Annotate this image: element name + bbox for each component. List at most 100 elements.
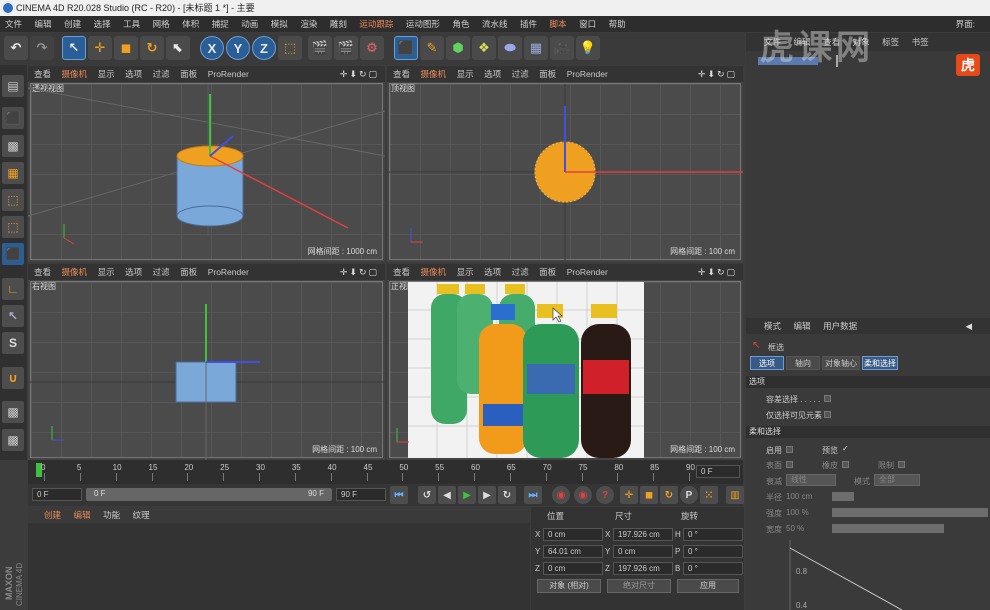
floor-icon[interactable]: ▦ (524, 36, 548, 60)
texture-mode-icon[interactable]: ▩ (2, 135, 24, 157)
menu-select[interactable]: 选择 (89, 16, 116, 32)
array-icon[interactable]: ❖ (472, 36, 496, 60)
om-menu-tags[interactable]: 标签 (882, 37, 899, 47)
tolerance-checkbox[interactable] (824, 395, 831, 402)
menu-volume[interactable]: 体积 (177, 16, 204, 32)
menu-help[interactable]: 帮助 (604, 16, 631, 32)
menu-script[interactable]: 脚本 (545, 16, 572, 32)
next-key-icon[interactable]: ↻ (498, 486, 516, 504)
mat-menu-create[interactable]: 创建 (44, 510, 61, 520)
width-value[interactable]: 50 % (786, 524, 804, 533)
start-frame-field[interactable]: 0 F (32, 488, 82, 501)
attr-menu-userdata[interactable]: 用户数据 (823, 321, 857, 331)
key-scale-icon[interactable]: ◼ (640, 486, 658, 504)
menu-character[interactable]: 角色 (447, 16, 474, 32)
previous-frame-icon[interactable]: ◀ (438, 486, 456, 504)
edges-mode-icon[interactable]: ⬚ (2, 216, 24, 238)
coordinate-system-icon[interactable]: ⬚ (278, 36, 302, 60)
coord-mode-dropdown[interactable]: 对象 (相对) (537, 579, 601, 593)
play-icon[interactable]: ▶ (458, 486, 476, 504)
attr-menu-mode[interactable]: 模式 (764, 321, 781, 331)
layout-label[interactable]: 界面: (951, 16, 980, 32)
viewport-right[interactable]: 查看 摄像机 显示 选项 过滤 面板 ProRender ✛⬇↻▢ 右视图 网格… (28, 264, 385, 460)
material-manager[interactable]: 创建 编辑 功能 纹理 (28, 507, 530, 610)
size-y-field[interactable]: 0 cm (613, 545, 673, 558)
om-menu-bookmarks[interactable]: 书签 (912, 37, 929, 47)
rot-p-field[interactable]: 0 ° (683, 545, 743, 558)
keyframe-selection-icon[interactable]: ? (596, 486, 614, 504)
radius-value[interactable]: 100 cm (786, 492, 812, 501)
current-frame-field[interactable]: 0 F (696, 465, 740, 478)
viewport-top[interactable]: 查看 摄像机 显示 选项 过滤 面板 ProRender ✛⬇↻▢ 顶视图 网格… (387, 66, 743, 262)
viewport-perspective[interactable]: 查看 摄像机 显示 选项 过滤 面板 ProRender ✛⬇↻▢ 透视视图 网… (28, 66, 385, 262)
axis-mode-icon[interactable]: ∟ (2, 278, 24, 300)
menu-render[interactable]: 渲染 (295, 16, 322, 32)
rot-b-field[interactable]: 0 ° (683, 562, 743, 575)
goto-start-icon[interactable]: ⏮ (390, 486, 408, 504)
deformer-icon[interactable]: ⬬ (498, 36, 522, 60)
recent-tools-icon[interactable]: ⬉ (166, 36, 190, 60)
render-view-icon[interactable]: 🎬 (308, 36, 332, 60)
key-position-icon[interactable]: ✛ (620, 486, 638, 504)
magnet-icon[interactable]: ∪ (2, 367, 24, 389)
workplane-icon[interactable]: ▦ (2, 162, 24, 184)
surface-checkbox[interactable] (786, 461, 793, 468)
key-parameter-icon[interactable]: P (680, 486, 698, 504)
key-pla-icon[interactable]: ⁙ (700, 486, 718, 504)
menu-mesh[interactable]: 网格 (148, 16, 175, 32)
model-mode-icon[interactable]: ⬛ (2, 107, 24, 129)
points-mode-icon[interactable]: ⬚ (2, 189, 24, 211)
pen-icon[interactable]: ✎ (420, 36, 444, 60)
redo-icon[interactable]: ↷ (30, 36, 54, 60)
pos-x-field[interactable]: 0 cm (543, 528, 603, 541)
light-icon[interactable]: 💡 (576, 36, 600, 60)
size-z-field[interactable]: 197.926 cm (613, 562, 673, 575)
render-picture-viewer-icon[interactable]: 🎬 (334, 36, 358, 60)
menu-pipeline[interactable]: 流水线 (477, 16, 513, 32)
back-arrow-icon[interactable]: ◀ (965, 318, 972, 334)
scale-icon[interactable]: ◼ (114, 36, 138, 60)
object-manager[interactable]: 文件 编辑 查看 对象 标签 书签 (746, 33, 990, 318)
timeline-window-icon[interactable]: ▥ (726, 486, 744, 504)
previous-key-icon[interactable]: ↺ (418, 486, 436, 504)
menu-simulate[interactable]: 模拟 (266, 16, 293, 32)
tab-object-axis[interactable]: 对象轴心 (822, 356, 860, 370)
falloff-dropdown[interactable]: 线性 (786, 474, 836, 486)
visible-only-checkbox[interactable] (824, 411, 831, 418)
timeline-ruler[interactable]: 0 5 10 15 20 25 30 35 40 45 50 55 60 65 70 75 80 85 90 0 F (28, 460, 743, 484)
tab-options[interactable]: 选项 (750, 356, 784, 370)
menu-snap[interactable]: 捕捉 (207, 16, 234, 32)
strength-slider[interactable] (832, 508, 988, 517)
tab-soft-selection[interactable]: 柔和选择 (862, 356, 898, 370)
menu-sculpt[interactable]: 雕刻 (325, 16, 352, 32)
menu-window[interactable]: 窗口 (574, 16, 601, 32)
cube-icon[interactable]: ⬛ (394, 36, 418, 60)
lock-workplane-icon[interactable]: ▩ (2, 401, 24, 423)
menu-edit[interactable]: 编辑 (30, 16, 57, 32)
move-icon[interactable]: ✛ (88, 36, 112, 60)
axis-z-button[interactable]: Z (252, 36, 276, 60)
record-key-icon[interactable]: ◉ (552, 486, 570, 504)
axis-y-button[interactable]: Y (226, 36, 250, 60)
size-x-field[interactable]: 197.926 cm (613, 528, 673, 541)
mat-menu-edit[interactable]: 编辑 (74, 510, 91, 520)
enable-checkbox[interactable] (786, 446, 793, 453)
key-rotation-icon[interactable]: ↻ (660, 486, 678, 504)
strength-value[interactable]: 100 % (786, 508, 809, 517)
snap-icon[interactable]: S (2, 332, 24, 354)
pos-y-field[interactable]: 64.01 cm (543, 545, 603, 558)
viewport-front[interactable]: 查看 摄像机 显示 选项 过滤 面板 ProRender ✛⬇↻▢ 正视图 网格… (387, 264, 743, 460)
polygons-mode-icon[interactable]: ⬛ (2, 243, 24, 265)
rubber-checkbox[interactable] (842, 461, 849, 468)
mode-dropdown[interactable]: 全部 (874, 474, 920, 486)
undo-icon[interactable]: ↶ (4, 36, 28, 60)
radius-slider[interactable] (832, 492, 854, 501)
auto-key-icon[interactable]: ◉ (574, 486, 592, 504)
render-settings-icon[interactable]: ⚙ (360, 36, 384, 60)
frame-range-slider[interactable]: 0 F 90 F (86, 488, 332, 501)
next-frame-icon[interactable]: ▶ (478, 486, 496, 504)
apply-button[interactable]: 应用 (677, 579, 739, 593)
width-slider[interactable] (832, 524, 944, 533)
preview-checkmark[interactable]: ✓ (842, 444, 849, 453)
live-select-icon[interactable]: ↖ (62, 36, 86, 60)
